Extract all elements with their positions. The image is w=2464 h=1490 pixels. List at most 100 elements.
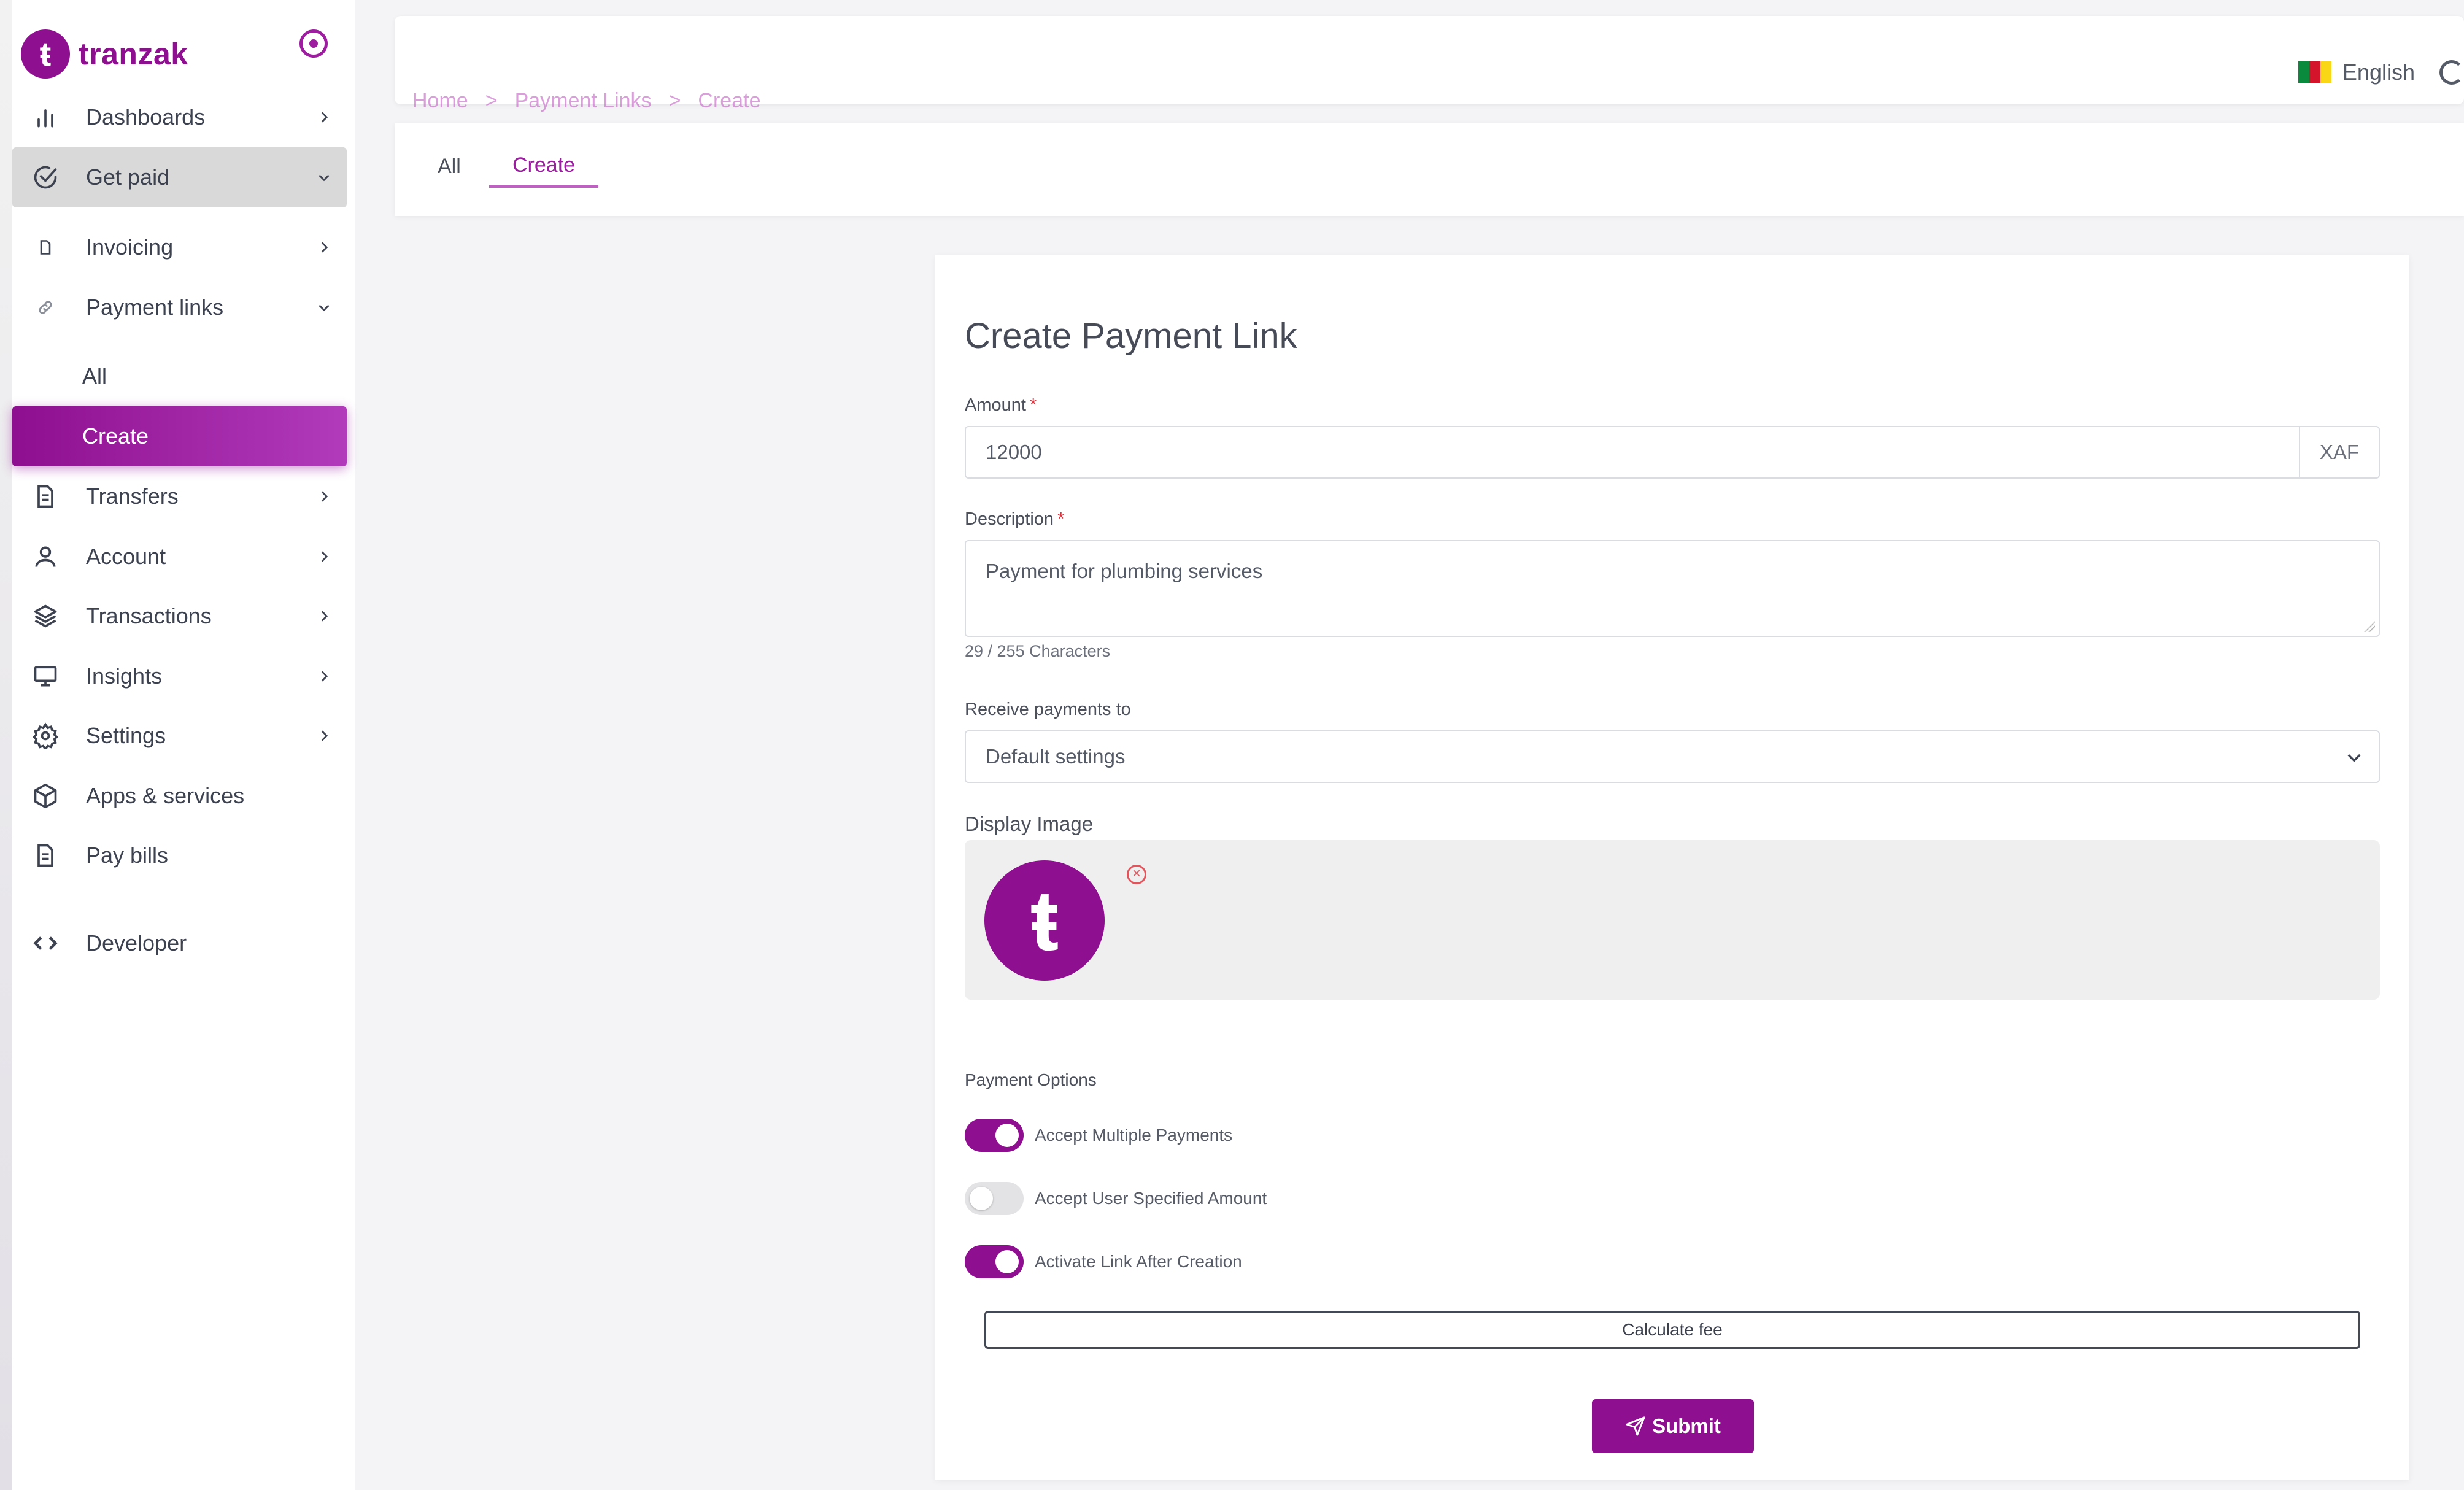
- sidebar-item-transactions[interactable]: Transactions: [12, 586, 347, 646]
- sidebar-item-label: Dashboards: [86, 104, 206, 129]
- submit-label: Submit: [1652, 1415, 1721, 1437]
- check-circle-icon: [27, 159, 64, 196]
- amount-field[interactable]: 12000 XAF: [965, 426, 2380, 479]
- sidebar-item-label: Settings: [86, 723, 166, 748]
- toggle-label: Accept Multiple Payments: [1035, 1125, 1233, 1145]
- option-accept-multiple-payments: Accept Multiple Payments: [965, 1117, 1232, 1154]
- brand-logo[interactable]: ŧ tranzak: [21, 29, 188, 79]
- sidebar-item-label: Transactions: [86, 603, 212, 628]
- sidebar-item-label: Insights: [86, 663, 163, 689]
- sidebar-item-label: Create: [82, 423, 149, 449]
- description-field[interactable]: Payment for plumbing services: [965, 540, 2380, 637]
- chevron-down-icon: [312, 296, 336, 319]
- character-count: 29 / 255 Characters: [965, 642, 1111, 660]
- chevron-right-icon: [312, 604, 336, 628]
- uploaded-image-preview: ŧ: [984, 860, 1105, 981]
- cameroon-flag-icon: [2298, 61, 2331, 83]
- option-activate-link-after-creation: Activate Link After Creation: [965, 1243, 1242, 1280]
- breadcrumb-payment-links[interactable]: Payment Links: [515, 89, 652, 113]
- sidebar-item-label: Invoicing: [86, 234, 174, 260]
- sidebar-item-label: Get paid: [86, 164, 170, 190]
- receive-payments-value: Default settings: [986, 745, 1126, 768]
- window-edge: [0, 0, 12, 1490]
- sidebar-toggle-icon[interactable]: [299, 29, 328, 58]
- sidebar: ŧ tranzak Dashboards Get paid Invoicing …: [12, 0, 355, 1490]
- box-icon: [27, 778, 64, 814]
- bar-chart-icon: [27, 99, 64, 136]
- display-image-uploader[interactable]: ŧ ×: [965, 840, 2380, 1000]
- chevron-right-icon: [312, 106, 336, 129]
- breadcrumb-separator: >: [485, 89, 498, 112]
- sidebar-item-label: Account: [86, 544, 166, 569]
- receive-payments-label: Receive payments to: [965, 700, 1131, 719]
- amount-value[interactable]: 12000: [966, 441, 2299, 464]
- toggle-label: Activate Link After Creation: [1035, 1252, 1242, 1271]
- display-image-label: Display Image: [965, 813, 1094, 835]
- chevron-right-icon: [312, 724, 336, 747]
- sidebar-item-payment-links[interactable]: Payment links: [12, 277, 347, 338]
- tab-all[interactable]: All: [438, 145, 461, 188]
- toggle-switch[interactable]: [965, 1245, 1024, 1278]
- chevron-right-icon: [312, 485, 336, 508]
- toggle-switch[interactable]: [965, 1119, 1024, 1152]
- sidebar-item-invoicing[interactable]: Invoicing: [12, 217, 347, 277]
- create-payment-link-form: Create Payment Link Amount * 12000 XAF De…: [935, 255, 2409, 1480]
- chevron-right-icon: [312, 236, 336, 259]
- chevron-right-icon: [312, 545, 336, 568]
- remove-image-icon[interactable]: ×: [1127, 865, 1146, 884]
- toggle-label: Accept User Specified Amount: [1035, 1189, 1267, 1208]
- code-icon: [27, 925, 64, 962]
- user-icon: [27, 538, 64, 575]
- receive-payments-select[interactable]: Default settings: [965, 730, 2380, 783]
- breadcrumb-home[interactable]: Home: [412, 89, 468, 113]
- sidebar-item-label: Pay bills: [86, 843, 169, 868]
- link-icon: [27, 289, 64, 326]
- language-selector[interactable]: English: [2298, 59, 2464, 86]
- chevron-down-icon: [2347, 754, 2361, 762]
- resize-handle-icon[interactable]: [2364, 621, 2375, 632]
- sidebar-item-account[interactable]: Account: [12, 527, 347, 587]
- sidebar-item-get-paid[interactable]: Get paid: [12, 147, 347, 207]
- sidebar-item-developer[interactable]: Developer: [12, 913, 347, 973]
- page-title: Create Payment Link: [965, 316, 1297, 356]
- sidebar-item-settings[interactable]: Settings: [12, 706, 347, 766]
- monitor-icon: [27, 658, 64, 695]
- sidebar-item-apps-services[interactable]: Apps & services: [12, 766, 347, 826]
- breadcrumb-separator: >: [668, 89, 681, 112]
- sidebar-item-label: Payment links: [86, 295, 224, 320]
- sidebar-item-insights[interactable]: Insights: [12, 646, 347, 706]
- tranzak-logo-icon: ŧ: [21, 29, 70, 79]
- submit-button[interactable]: Submit: [1592, 1399, 1754, 1453]
- calculate-fee-button[interactable]: Calculate fee: [984, 1311, 2360, 1349]
- description-value: Payment for plumbing services: [986, 560, 1263, 582]
- dark-mode-icon[interactable]: [2439, 60, 2464, 85]
- tabs-bar: All Create: [395, 123, 2464, 216]
- sidebar-item-label: Apps & services: [86, 783, 245, 808]
- sidebar-item-dashboards[interactable]: Dashboards: [12, 87, 347, 147]
- breadcrumb-current: Create: [698, 89, 761, 112]
- document-icon: [27, 478, 64, 515]
- payment-options-label: Payment Options: [965, 1070, 1097, 1089]
- sidebar-subitem-all[interactable]: All: [12, 346, 347, 406]
- sidebar-item-label: Developer: [86, 930, 187, 955]
- description-label: Description *: [965, 509, 1065, 529]
- sidebar-item-transfers[interactable]: Transfers: [12, 466, 347, 527]
- sidebar-item-pay-bills[interactable]: Pay bills: [12, 825, 347, 886]
- sidebar-item-label: Transfers: [86, 484, 179, 509]
- send-icon: [1626, 1416, 1645, 1436]
- gear-icon: [27, 717, 64, 754]
- sidebar-item-label: All: [82, 363, 107, 388]
- toggle-switch[interactable]: [965, 1182, 1024, 1215]
- amount-label: Amount *: [965, 395, 1037, 415]
- document-icon: [27, 837, 64, 874]
- chevron-down-icon: [312, 166, 336, 189]
- brand-name: tranzak: [79, 37, 188, 71]
- chevron-right-icon: [312, 665, 336, 688]
- sidebar-subitem-create[interactable]: Create: [12, 406, 347, 466]
- currency-suffix: XAF: [2299, 427, 2379, 477]
- language-label: English: [2342, 60, 2415, 85]
- breadcrumb: Home > Payment Links > Create: [412, 88, 760, 113]
- tab-create[interactable]: Create: [489, 145, 599, 188]
- layers-icon: [27, 598, 64, 635]
- file-icon: [27, 229, 64, 266]
